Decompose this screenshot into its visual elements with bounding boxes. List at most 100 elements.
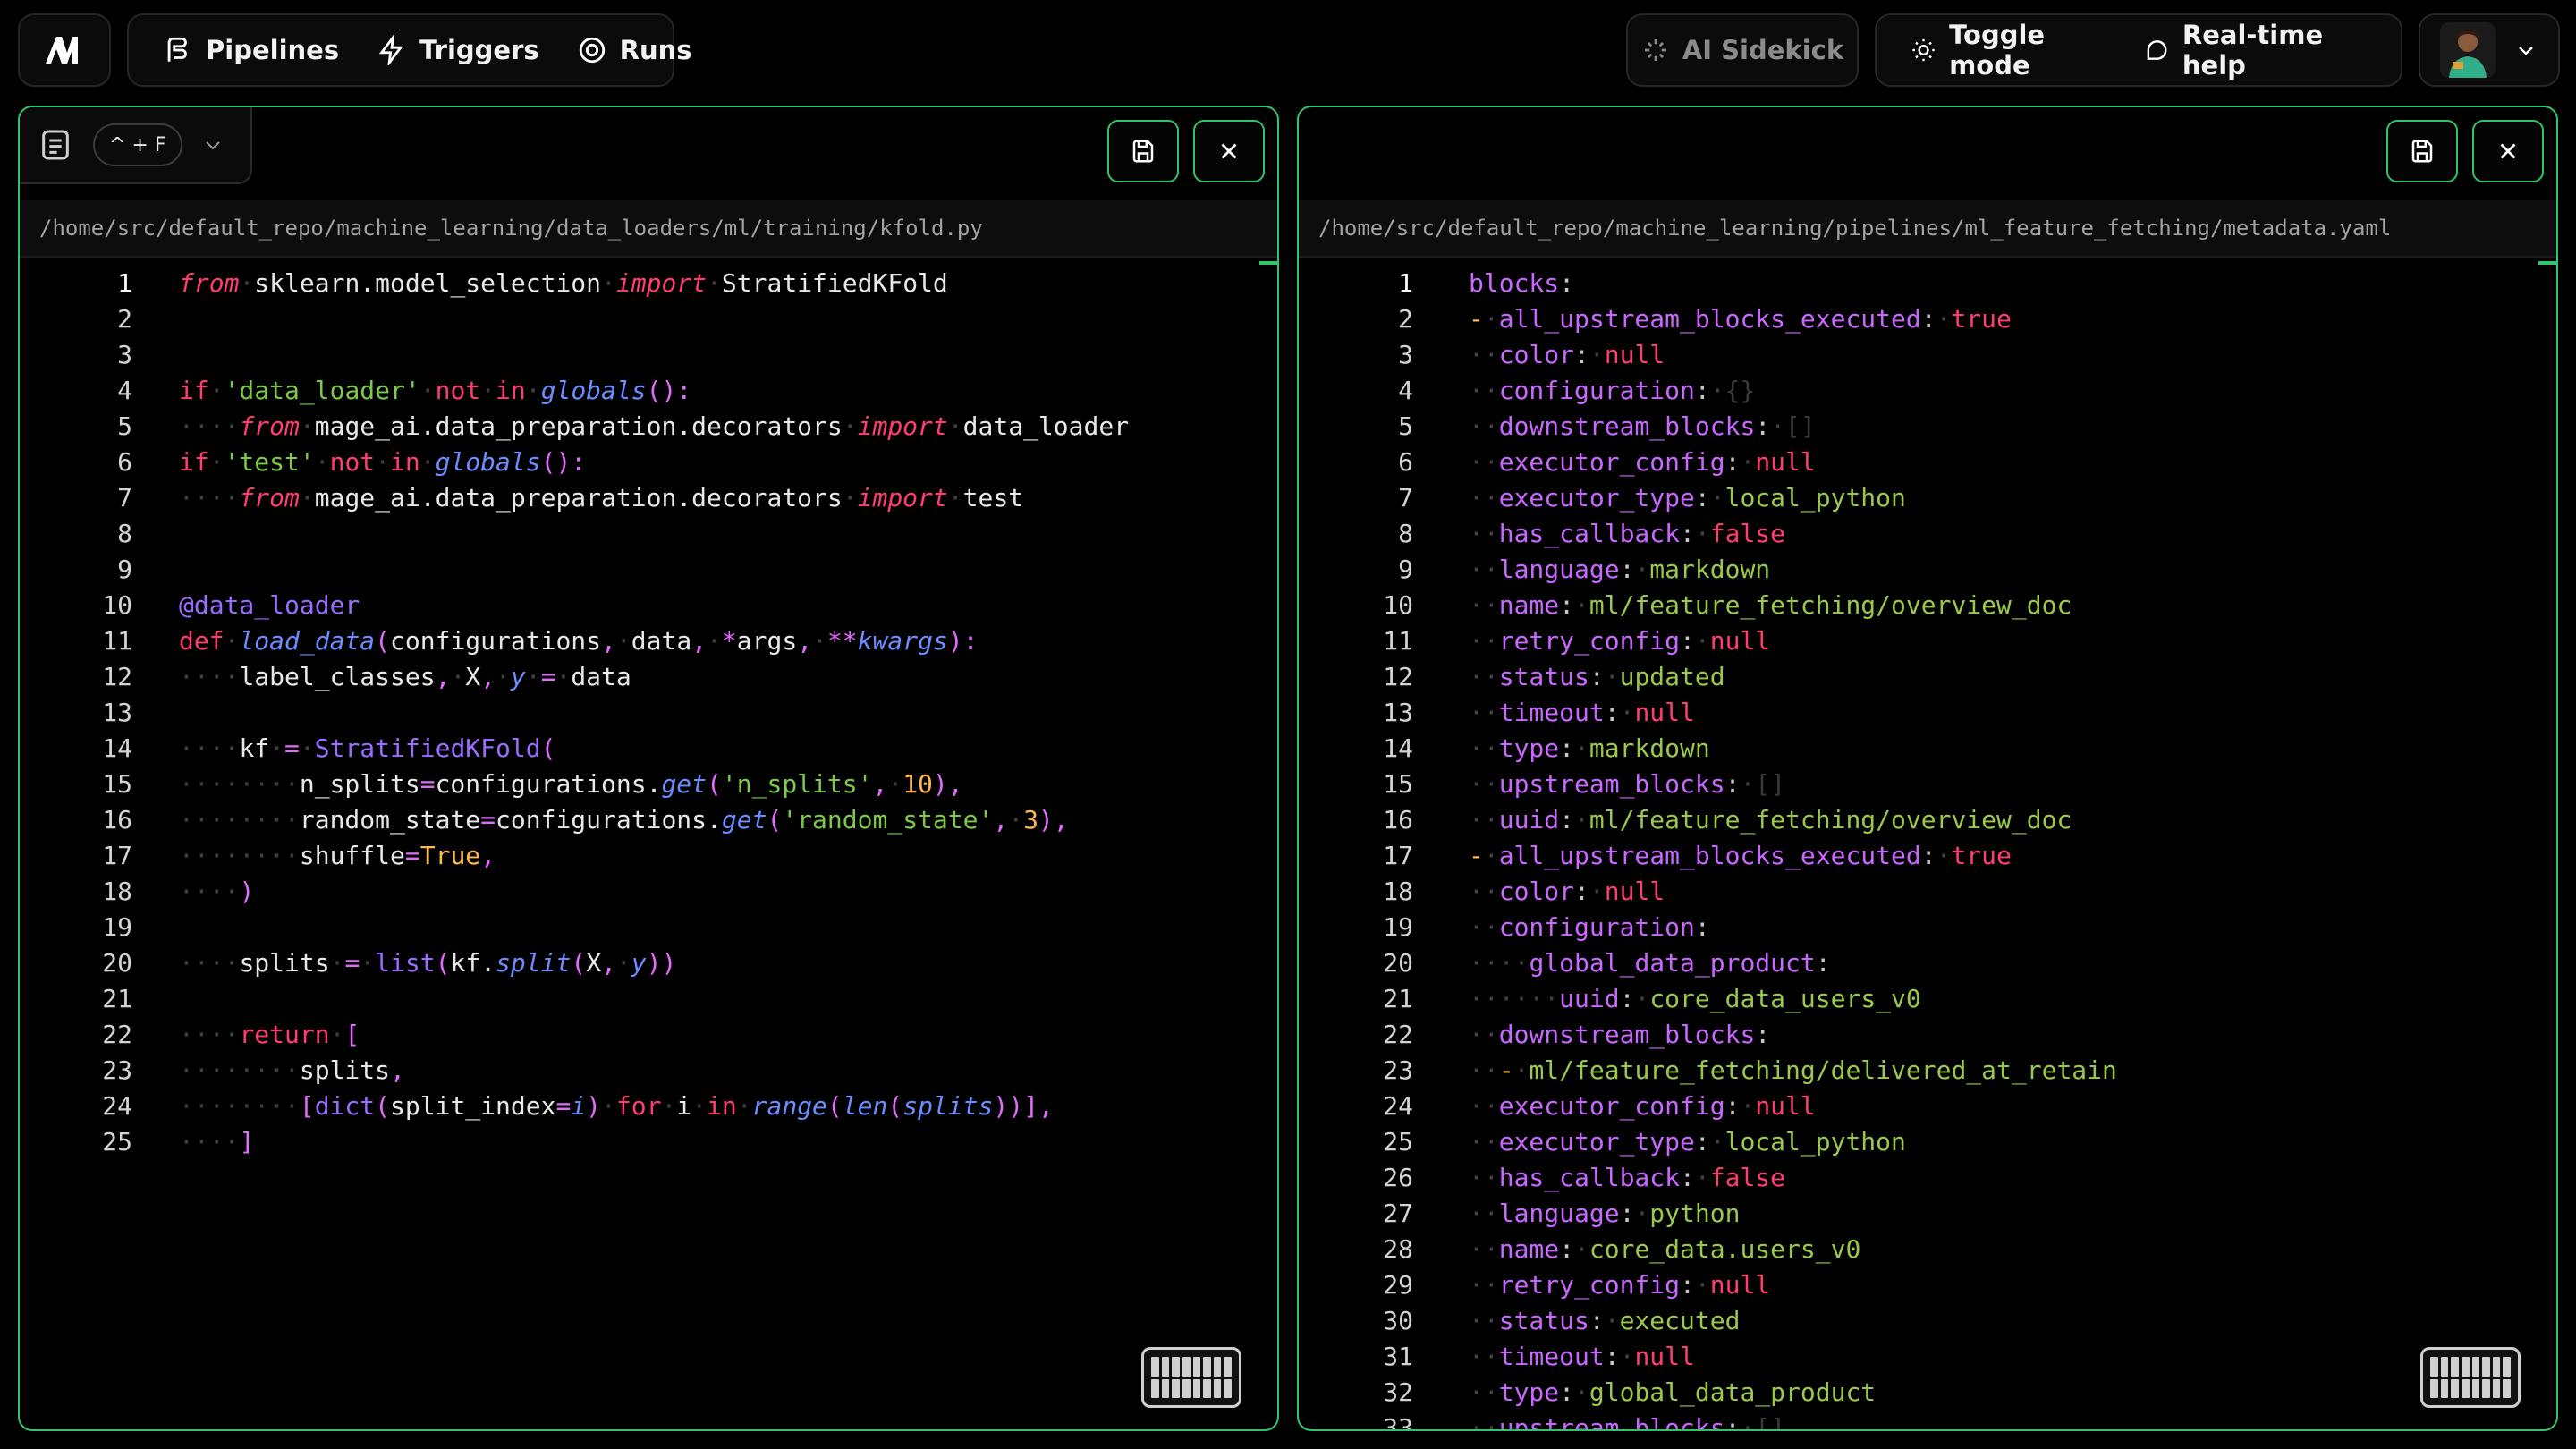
code-token: ·	[239, 267, 255, 298]
code-line[interactable]: 31 ·· timeout: · null	[1299, 1338, 2556, 1374]
code-token: null	[1634, 1341, 1695, 1371]
code-line[interactable]: 26 ·· has_callback: · false	[1299, 1159, 2556, 1195]
user-menu-button[interactable]	[2419, 13, 2560, 87]
code-token: ·	[661, 1090, 677, 1121]
code-line[interactable]: 3 ·· color: · null	[1299, 336, 2556, 372]
code-line[interactable]: 13	[20, 694, 1277, 730]
code-line[interactable]: 21 ······ uuid: · core_data_users_v0	[1299, 980, 2556, 1016]
code-token: i	[571, 1090, 587, 1121]
code-line[interactable]: 12 ···· label_classes, · X, · y · = · data	[20, 658, 1277, 694]
code-line[interactable]: 19	[20, 909, 1277, 945]
toggle-mode-button[interactable]: Toggle mode	[1911, 20, 2108, 80]
code-line[interactable]: 29 ·· retry_config: · null	[1299, 1267, 2556, 1302]
save-button[interactable]	[2386, 120, 2458, 182]
code-line[interactable]: 15 ········ n_splits = configurations. get('n…	[20, 766, 1277, 801]
app-logo-button[interactable]	[18, 13, 111, 87]
code-line[interactable]: 30 ·· status: · executed	[1299, 1302, 2556, 1338]
nav-runs[interactable]: Runs	[577, 35, 692, 65]
code-line[interactable]: 6 ·· executor_config: · null	[1299, 444, 2556, 479]
code-line[interactable]: 25 ·· executor_type: · local_python	[1299, 1123, 2556, 1159]
code-token: ·	[224, 625, 240, 656]
code-line[interactable]: 3	[20, 336, 1277, 372]
code-line[interactable]: 11 def · load_data(configurations, · data, · * a…	[20, 623, 1277, 658]
code-line[interactable]: 24 ········[dict(split_index = i) · for · i · in ·…	[20, 1088, 1277, 1123]
code-line[interactable]: 7 ·· executor_type: · local_python	[1299, 479, 2556, 515]
code-line[interactable]: 20 ···· splits · = · list(kf. split(X, · y))	[20, 945, 1277, 980]
code-line[interactable]: 18 ·· color: · null	[1299, 873, 2556, 909]
code-line[interactable]: 24 ·· executor_config: · null	[1299, 1088, 2556, 1123]
save-button[interactable]	[1107, 120, 1179, 182]
close-button[interactable]	[2472, 120, 2544, 182]
nav-pipelines[interactable]: Pipelines	[163, 35, 339, 65]
code-line[interactable]: 16 ········ random_state = configurations. ge…	[20, 801, 1277, 837]
code-line[interactable]: 22 ···· return ·[	[20, 1016, 1277, 1052]
code-line[interactable]: 15 ·· upstream_blocks: ·[]	[1299, 766, 2556, 801]
code-token: ·	[1634, 1198, 1650, 1228]
code-line[interactable]: 18 ····)	[20, 873, 1277, 909]
code-line[interactable]: 4 if ·'data_loader' · not · in · globals ():	[20, 372, 1277, 408]
line-number: 9	[117, 554, 132, 584]
code-line[interactable]: 6 if ·'test' · not · in · globals ():	[20, 444, 1277, 479]
keyboard-key	[1161, 1357, 1170, 1377]
code-line[interactable]: 14 ···· kf · = · StratifiedKFold(	[20, 730, 1277, 766]
code-line[interactable]: 1 from · sklearn.model_selection · import · Str…	[20, 265, 1277, 301]
code-line[interactable]: 19 ·· configuration:	[1299, 909, 2556, 945]
line-number: 32	[1383, 1377, 1413, 1407]
code-line[interactable]: 32 ·· type: · global_data_product	[1299, 1374, 2556, 1410]
code-token: null	[1604, 876, 1665, 906]
code-line[interactable]: 17- · all_upstream_blocks_executed: · true	[1299, 837, 2556, 873]
code-line[interactable]: 25 ····]	[20, 1123, 1277, 1159]
code-line[interactable]: 28 ·· name: · core_data.users_v0	[1299, 1231, 2556, 1267]
keyboard-key	[2440, 1357, 2449, 1377]
realtime-help-button[interactable]: Real-time help	[2144, 20, 2365, 80]
code-token: ·	[1008, 804, 1024, 835]
code-token: local_python	[1724, 1126, 1906, 1157]
code-line[interactable]: 9	[20, 551, 1277, 587]
nav-triggers[interactable]: Triggers	[377, 35, 539, 65]
keyboard-icon[interactable]	[1141, 1347, 1241, 1408]
code-line[interactable]: 5 ·· downstream_blocks: ·[]	[1299, 408, 2556, 444]
code-line[interactable]: 27 ·· language: · python	[1299, 1195, 2556, 1231]
code-line[interactable]: 1 blocks:	[1299, 265, 2556, 301]
search-shortcut-button[interactable]: ^ + F	[93, 123, 182, 166]
code-text: blocks:	[1469, 268, 1574, 298]
code-line[interactable]: 21	[20, 980, 1277, 1016]
code-line[interactable]: 9 ·· language: · markdown	[1299, 551, 2556, 587]
code-editor[interactable]: 1 blocks:2- · all_upstream_blocks_executed:…	[1299, 265, 2556, 1430]
code-token: StratifiedKFold	[314, 733, 541, 763]
chevron-down-icon[interactable]	[202, 134, 224, 156]
code-line[interactable]: 17 ········ shuffle = True,	[20, 837, 1277, 873]
code-line[interactable]: 13 ·· timeout: · null	[1299, 694, 2556, 730]
code-token: n_splits	[299, 768, 420, 799]
document-icon[interactable]	[38, 127, 73, 163]
code-line[interactable]: 22 ·· downstream_blocks:	[1299, 1016, 2556, 1052]
code-line[interactable]: 4 ·· configuration: ·{}	[1299, 372, 2556, 408]
code-line[interactable]: 10 @data_loader	[20, 587, 1277, 623]
code-line[interactable]: 8	[20, 515, 1277, 551]
code-line[interactable]: 11 ·· retry_config: · null	[1299, 623, 2556, 658]
code-line[interactable]: 33 ·· upstream_blocks: ·[]	[1299, 1410, 2556, 1430]
code-line[interactable]: 5 ···· from · mage_ai.data_preparation.decor…	[20, 408, 1277, 444]
code-text: if ·'data_loader' · not · in · globals ():	[179, 376, 691, 405]
code-line[interactable]: 7 ···· from · mage_ai.data_preparation.decor…	[20, 479, 1277, 515]
code-editor[interactable]: 1 from · sklearn.model_selection · import · Str…	[20, 265, 1277, 1429]
code-line[interactable]: 23 ········ splits,	[20, 1052, 1277, 1088]
ai-sidekick-button[interactable]: AI Sidekick	[1626, 13, 1859, 87]
line-number: 21	[102, 983, 132, 1013]
code-line[interactable]: 8 ·· has_callback: · false	[1299, 515, 2556, 551]
code-line[interactable]: 16 ·· uuid: · ml/feature_fetching/overview_d…	[1299, 801, 2556, 837]
code-line[interactable]: 12 ·· status: · updated	[1299, 658, 2556, 694]
code-line[interactable]: 2- · all_upstream_blocks_executed: · true	[1299, 301, 2556, 336]
code-line[interactable]: 2	[20, 301, 1277, 336]
close-button[interactable]	[1193, 120, 1265, 182]
code-text: ·· upstream_blocks: ·[]	[1469, 769, 1785, 799]
code-token: ·	[496, 661, 511, 691]
code-line[interactable]: 23 ·· - · ml/feature_fetching/delivered_at_r…	[1299, 1052, 2556, 1088]
code-line[interactable]: 14 ·· type: · markdown	[1299, 730, 2556, 766]
code-token: markdown	[1589, 733, 1710, 763]
code-line[interactable]: 20 ···· global_data_product:	[1299, 945, 2556, 980]
code-line[interactable]: 10 ·· name: · ml/feature_fetching/overview_d…	[1299, 587, 2556, 623]
code-token: :	[1589, 661, 1605, 691]
keyboard-icon[interactable]	[2420, 1347, 2521, 1408]
code-token: if	[179, 375, 209, 405]
